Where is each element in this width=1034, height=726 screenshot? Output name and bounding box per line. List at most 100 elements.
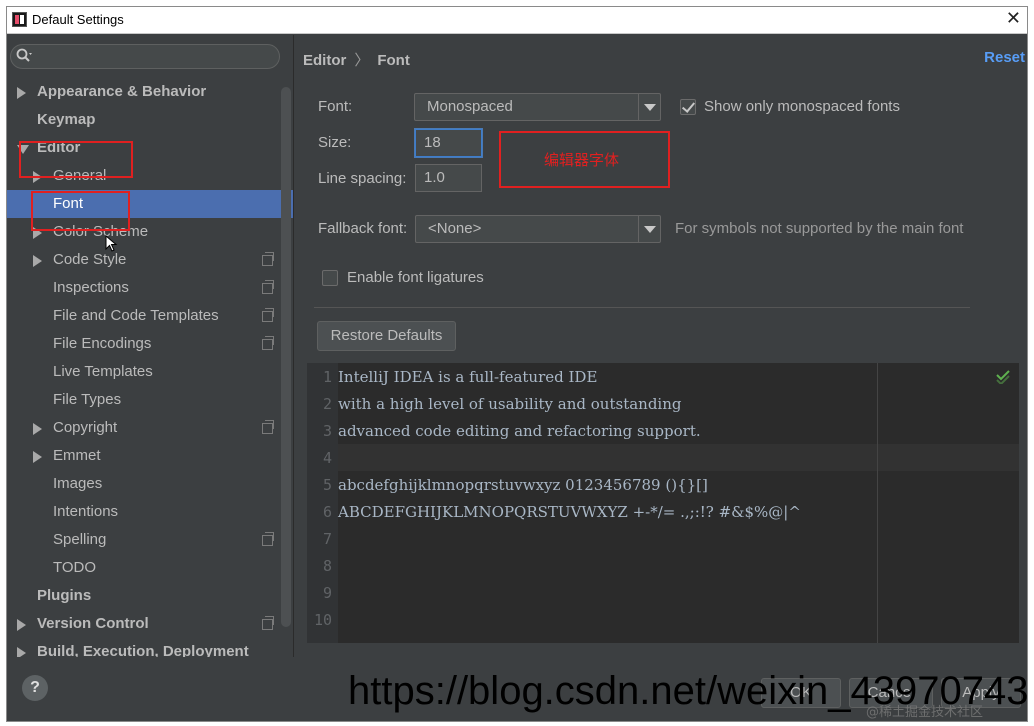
breadcrumb: Editor 〉 Font (303, 49, 410, 70)
annotation-box-font (31, 191, 130, 231)
breadcrumb-current: Font (377, 52, 410, 69)
sidebar-item-code-style[interactable]: Code Style (7, 246, 293, 274)
size-label: Size: (318, 134, 352, 151)
collapsed-arrow-icon[interactable] (33, 255, 42, 267)
sidebar-item-plugins[interactable]: Plugins (7, 582, 293, 610)
mouse-cursor-icon (105, 235, 118, 252)
preview-line: with a high level of usability and outst… (338, 395, 682, 413)
fallback-font-value: <None> (428, 220, 482, 237)
preview-line: abcdefghijklmnopqrstuvwxyz 0123456789 ()… (338, 476, 708, 494)
line-number: 3 (322, 422, 332, 440)
font-ligatures-label: Enable font ligatures (347, 269, 484, 286)
sidebar-item-version-control[interactable]: Version Control (7, 610, 293, 638)
fallback-font-combo[interactable]: <None> (415, 215, 661, 243)
restore-defaults-button[interactable]: Restore Defaults (317, 321, 456, 351)
chevron-down-icon[interactable] (638, 216, 660, 242)
sidebar-item-keymap[interactable]: Keymap (7, 106, 293, 134)
sidebar-item-spelling[interactable]: Spelling (7, 526, 293, 554)
sidebar-item-file-types[interactable]: File Types (7, 386, 293, 414)
collapsed-arrow-icon[interactable] (17, 647, 26, 657)
settings-window: Default Settings ✕ Appearance & Behavior… (6, 6, 1028, 722)
preview-line: ABCDEFGHIJKLMNOPQRSTUVWXYZ +-*/= .,;:!? … (338, 503, 801, 521)
sidebar-item-label: Keymap (37, 111, 96, 128)
chevron-down-icon[interactable] (638, 94, 660, 120)
project-copy-icon (262, 252, 274, 266)
line-number: 8 (322, 557, 332, 575)
current-line-highlight (338, 444, 1019, 471)
font-label: Font: (318, 98, 353, 115)
title-bar: Default Settings ✕ (7, 7, 1027, 34)
line-number: 2 (322, 395, 332, 413)
search-input[interactable] (10, 44, 280, 69)
check-icon (996, 370, 1010, 384)
site-watermark: @稀土掘金技术社区 (866, 705, 984, 720)
collapsed-arrow-icon[interactable] (17, 619, 26, 631)
font-ligatures-checkbox[interactable] (322, 270, 338, 286)
line-number: 7 (322, 530, 332, 548)
sidebar-item-inspections[interactable]: Inspections (7, 274, 293, 302)
divider (314, 307, 970, 308)
sidebar-item-copyright[interactable]: Copyright (7, 414, 293, 442)
reset-link[interactable]: Reset (984, 49, 1025, 66)
size-input[interactable]: 18 (415, 129, 482, 157)
line-number: 6 (322, 503, 332, 521)
preview-line: IntelliJ IDEA is a full-featured IDE (338, 368, 598, 386)
search-icon (16, 48, 32, 62)
settings-sidebar: Appearance & Behavior Keymap Editor General… (7, 35, 293, 657)
line-spacing-label: Line spacing: (318, 170, 407, 187)
show-monospaced-label: Show only monospaced fonts (704, 98, 900, 115)
sidebar-item-build-execution-deployment[interactable]: Build, Execution, Deployment (7, 638, 293, 657)
sidebar-item-label: Appearance & Behavior (37, 83, 207, 100)
fallback-font-label: Fallback font: (318, 220, 408, 237)
collapsed-arrow-icon[interactable] (17, 87, 26, 99)
annotation-box-editor (19, 141, 133, 178)
sidebar-item-emmet[interactable]: Emmet (7, 442, 293, 470)
font-settings-panel: Editor 〉 Font Reset Font: Monospaced Show … (294, 35, 1027, 657)
collapsed-arrow-icon[interactable] (33, 423, 42, 435)
sidebar-item-intentions[interactable]: Intentions (7, 498, 293, 526)
window-title: Default Settings (32, 12, 124, 27)
collapsed-arrow-icon[interactable] (33, 451, 42, 463)
sidebar-item-label: File Encodings (53, 335, 152, 352)
preview-line: advanced code editing and refactoring su… (338, 422, 701, 440)
sidebar-item-label: Copyright (53, 419, 118, 436)
help-icon[interactable]: ? (22, 675, 48, 701)
line-spacing-input[interactable]: 1.0 (415, 164, 482, 192)
annotation-text: 编辑器字体 (544, 151, 620, 169)
sidebar-item-label: Build, Execution, Deployment (37, 643, 249, 657)
breadcrumb-separator: 〉 (354, 52, 370, 69)
font-combo[interactable]: Monospaced (414, 93, 661, 121)
sidebar-item-live-templates[interactable]: Live Templates (7, 358, 293, 386)
sidebar-item-appearance-behavior[interactable]: Appearance & Behavior (7, 78, 293, 106)
sidebar-item-images[interactable]: Images (7, 470, 293, 498)
project-copy-icon (262, 532, 274, 546)
sidebar-item-label: Plugins (37, 587, 92, 604)
sidebar-scrollbar[interactable] (281, 87, 291, 627)
project-copy-icon (262, 336, 274, 350)
line-number: 1 (322, 368, 332, 386)
right-margin-guide (877, 363, 878, 643)
show-monospaced-checkbox[interactable] (680, 99, 696, 115)
sidebar-item-label: Version Control (37, 615, 149, 632)
sidebar-item-label: Inspections (53, 279, 129, 296)
breadcrumb-parent: Editor (303, 52, 347, 69)
font-preview-editor[interactable]: 1 2 3 4 5 6 7 8 9 10 IntelliJ IDEA is a full-feat… (307, 363, 1019, 643)
project-copy-icon (262, 616, 274, 630)
line-number: 10 (313, 611, 332, 629)
sidebar-item-todo[interactable]: TODO (7, 554, 293, 582)
sidebar-item-label: File Types (53, 391, 122, 408)
sidebar-item-label: Intentions (53, 503, 119, 520)
close-icon[interactable]: ✕ (1006, 8, 1021, 29)
line-number: 5 (322, 476, 332, 494)
sidebar-item-label: Live Templates (53, 363, 153, 380)
sidebar-item-label: Spelling (53, 531, 107, 548)
sidebar-item-file-and-code-templates[interactable]: File and Code Templates (7, 302, 293, 330)
project-copy-icon (262, 420, 274, 434)
project-copy-icon (262, 280, 274, 294)
line-spacing-value: 1.0 (424, 169, 445, 186)
sidebar-item-file-encodings[interactable]: File Encodings (7, 330, 293, 358)
sidebar-item-label: Emmet (53, 447, 101, 464)
line-number: 9 (322, 584, 332, 602)
project-copy-icon (262, 308, 274, 322)
line-number: 4 (322, 449, 332, 467)
